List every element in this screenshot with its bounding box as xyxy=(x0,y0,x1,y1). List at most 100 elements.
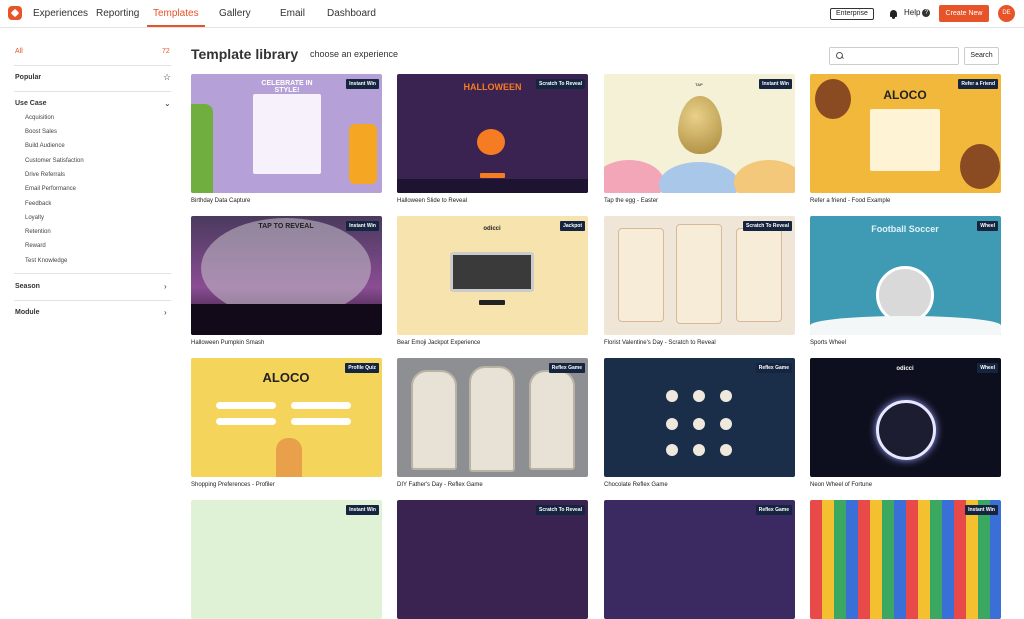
filter-all[interactable]: All xyxy=(15,48,23,55)
thumb-decor xyxy=(666,444,678,456)
template-type-badge: Reflex Game xyxy=(755,505,792,515)
use-case-customer-satisfaction[interactable]: Customer Satisfaction xyxy=(25,158,84,164)
template-name: Neon Wheel of Fortune xyxy=(810,482,873,488)
template-type-badge: Instant Win xyxy=(346,79,379,89)
thumb-text: odicci xyxy=(483,226,501,232)
template-name: Birthday Data Capture xyxy=(191,198,251,204)
template-thumbnail: Instant Win xyxy=(810,500,1001,619)
help-link[interactable]: Help? xyxy=(904,8,931,17)
thumb-decor xyxy=(736,228,782,322)
template-type-badge: Instant Win xyxy=(965,505,998,515)
divider xyxy=(14,65,171,66)
template-card[interactable]: Scratch To Reveal xyxy=(397,500,588,619)
filter-popular[interactable]: Popular xyxy=(15,74,41,81)
plan-badge: Enterprise xyxy=(830,8,874,20)
template-type-badge: Wheel xyxy=(977,221,998,231)
template-name: Sports Wheel xyxy=(810,340,847,346)
template-card[interactable]: odicci Jackpot Bear Emoji Jackpot Experi… xyxy=(397,216,588,346)
template-name: Shopping Preferences - Profiler xyxy=(191,482,275,488)
thumb-decor xyxy=(411,370,457,470)
template-card[interactable]: CELEBRATE IN STYLE! Instant Win Birthday… xyxy=(191,74,382,204)
template-thumbnail: Instant Win xyxy=(191,500,382,619)
star-icon[interactable]: ☆ xyxy=(163,73,171,82)
template-thumbnail: Reflex Game xyxy=(604,358,795,477)
nav-dashboard[interactable]: Dashboard xyxy=(327,0,376,27)
template-card[interactable]: Football Soccer Wheel Sports Wheel xyxy=(810,216,1001,346)
thumb-decor xyxy=(810,316,1001,335)
use-case-drive-referrals[interactable]: Drive Referrals xyxy=(25,172,65,178)
thumb-decor xyxy=(477,129,505,155)
use-case-reward[interactable]: Reward xyxy=(25,243,46,249)
use-case-build-audience[interactable]: Build Audience xyxy=(25,143,65,149)
template-card[interactable]: TAP Instant Win Tap the egg - Easter xyxy=(604,74,795,204)
help-icon: ? xyxy=(922,8,931,17)
use-case-test-knowledge[interactable]: Test Knowledge xyxy=(25,258,67,264)
template-card[interactable]: ALOCO Profile Quiz Shopping Preferences … xyxy=(191,358,382,488)
template-card[interactable]: Instant Win xyxy=(191,500,382,619)
chevron-right-icon[interactable]: › xyxy=(164,309,167,317)
thumb-decor xyxy=(693,444,705,456)
nav-experiences[interactable]: Experiences xyxy=(33,0,88,27)
thumb-decor xyxy=(216,418,276,425)
search-box xyxy=(829,47,959,65)
template-name: Chocolate Reflex Game xyxy=(604,482,668,488)
nav-email[interactable]: Email xyxy=(280,0,305,27)
template-type-badge: Instant Win xyxy=(346,221,379,231)
use-case-acquisition[interactable]: Acquisition xyxy=(25,115,54,121)
notification-bell-icon[interactable] xyxy=(890,10,898,19)
filter-use-case[interactable]: Use Case xyxy=(15,100,47,107)
thumb-decor xyxy=(469,366,515,472)
thumb-decor xyxy=(734,160,795,193)
template-type-badge: Jackpot xyxy=(560,221,585,231)
template-card[interactable]: Instant Win xyxy=(810,500,1001,619)
template-card[interactable]: odicci Wheel Neon Wheel of Fortune xyxy=(810,358,1001,488)
template-card[interactable]: HALLOWEEN Scratch To Reveal Halloween Sl… xyxy=(397,74,588,204)
create-new-button[interactable]: Create New xyxy=(939,5,989,22)
template-name: DIY Father's Day - Reflex Game xyxy=(397,482,483,488)
use-case-loyalty[interactable]: Loyalty xyxy=(25,215,44,221)
thumb-decor xyxy=(276,438,302,477)
thumb-decor xyxy=(676,224,722,324)
template-type-badge: Profile Quiz xyxy=(345,363,379,373)
nav-reporting[interactable]: Reporting xyxy=(96,0,139,27)
template-card[interactable]: Scratch To Reveal Florist Valentine's Da… xyxy=(604,216,795,346)
thumb-decor xyxy=(720,390,732,402)
search-input[interactable] xyxy=(846,50,956,62)
thumb-decor xyxy=(693,390,705,402)
thumb-text: Football Soccer xyxy=(871,224,939,234)
app-logo-icon[interactable] xyxy=(8,6,22,20)
thumb-decor xyxy=(618,228,664,322)
template-type-badge: Instant Win xyxy=(346,505,379,515)
template-card[interactable]: TAP TO REVEAL Instant Win Halloween Pump… xyxy=(191,216,382,346)
user-avatar[interactable]: DE xyxy=(998,5,1015,22)
template-name: Halloween Pumpkin Smash xyxy=(191,340,265,346)
use-case-feedback[interactable]: Feedback xyxy=(25,201,51,207)
divider xyxy=(14,273,171,274)
template-card[interactable]: Reflex Game DIY Father's Day - Reflex Ga… xyxy=(397,358,588,488)
filter-module[interactable]: Module xyxy=(15,309,40,316)
thumb-decor xyxy=(666,418,678,430)
filter-all-count: 72 xyxy=(162,48,170,55)
thumb-decor xyxy=(450,252,534,292)
nav-gallery[interactable]: Gallery xyxy=(219,0,251,27)
template-card[interactable]: ALOCO Refer a Friend Refer a friend - Fo… xyxy=(810,74,1001,204)
thumb-text: TAP xyxy=(695,82,703,87)
thumb-decor xyxy=(960,144,1000,189)
use-case-boost-sales[interactable]: Boost Sales xyxy=(25,129,57,135)
chevron-right-icon[interactable]: › xyxy=(164,283,167,291)
use-case-retention[interactable]: Retention xyxy=(25,229,51,235)
template-thumbnail: Football Soccer Wheel xyxy=(810,216,1001,335)
template-type-badge: Scratch To Reveal xyxy=(743,221,792,231)
use-case-email-performance[interactable]: Email Performance xyxy=(25,186,76,192)
template-type-badge: Reflex Game xyxy=(548,363,585,373)
search-icon xyxy=(836,52,844,60)
template-type-badge: Reflex Game xyxy=(755,363,792,373)
thumb-decor xyxy=(870,109,940,171)
chevron-down-icon[interactable]: ⌄ xyxy=(164,100,171,108)
thumb-decor xyxy=(349,124,377,184)
template-card[interactable]: Reflex Game Chocolate Reflex Game xyxy=(604,358,795,488)
template-card[interactable]: Reflex Game xyxy=(604,500,795,619)
nav-templates[interactable]: Templates xyxy=(147,0,205,27)
filter-season[interactable]: Season xyxy=(15,283,40,290)
search-button[interactable]: Search xyxy=(964,47,999,65)
